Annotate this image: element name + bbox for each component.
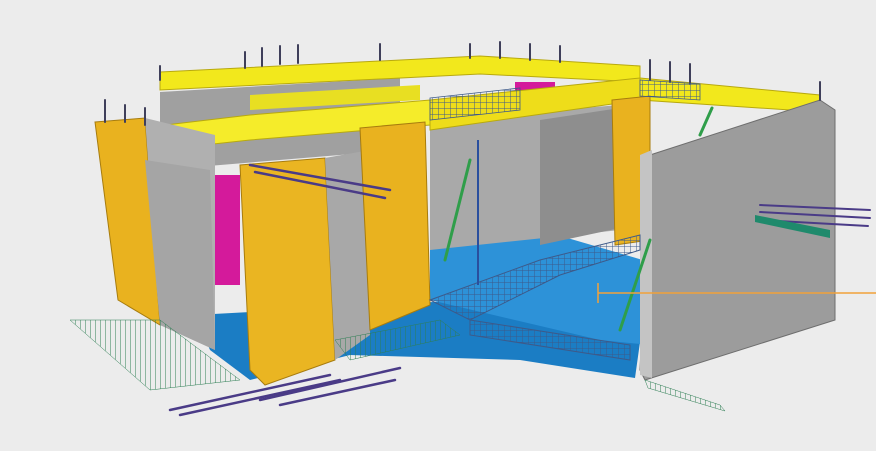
wall-center-front [239,157,336,386]
bim-3d-model-view [0,0,876,451]
rebar-mesh-top-right [639,79,701,101]
wall-mid-front [359,121,431,331]
back-wall-center-shade [540,108,620,245]
